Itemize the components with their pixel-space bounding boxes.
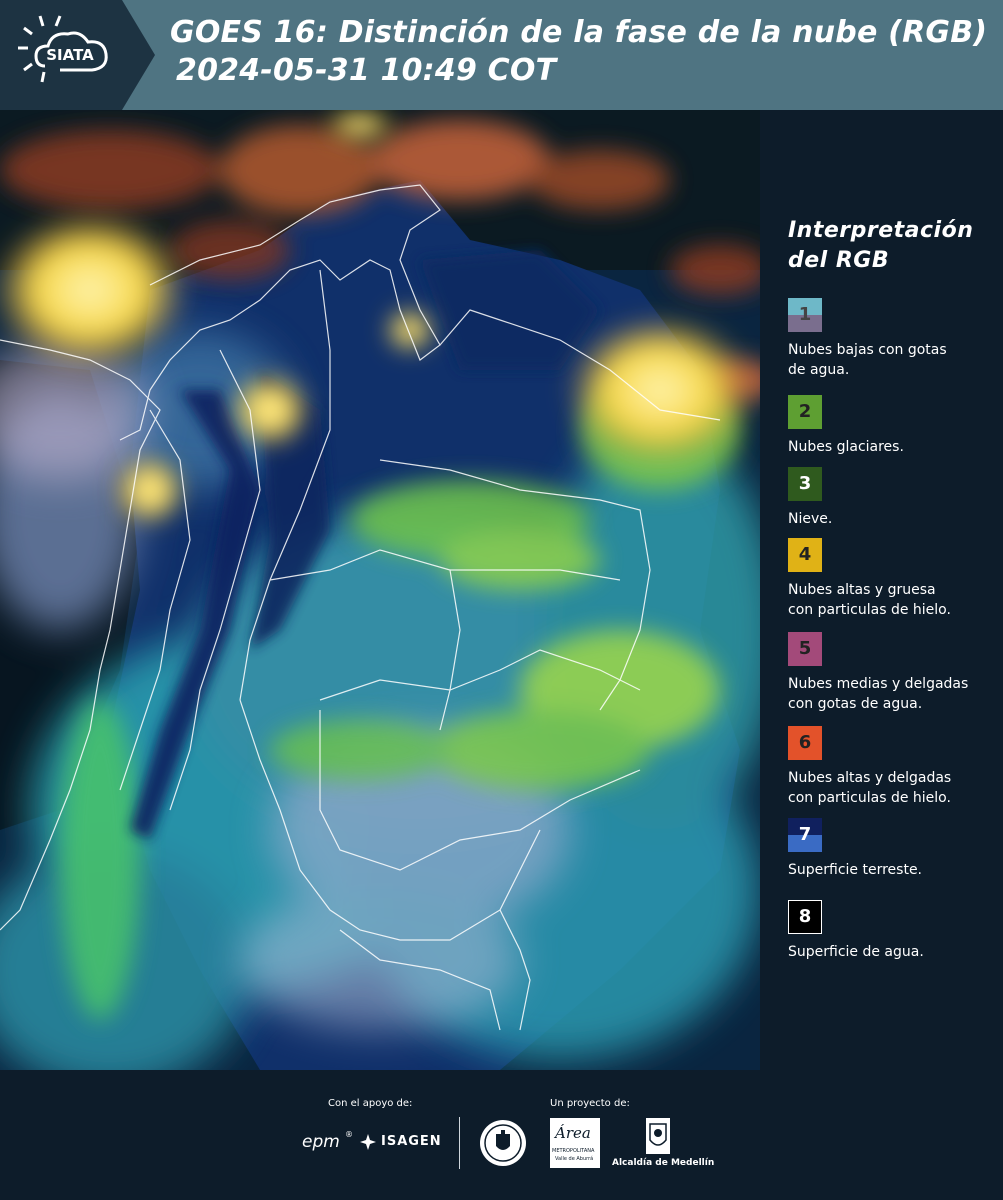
alcaldia-shield-icon	[646, 1118, 670, 1154]
legend-label-line-1: Nieve.	[788, 511, 833, 527]
legend-label-line-1: Nubes altas y delgadas	[788, 770, 952, 786]
legend-number: 2	[798, 401, 812, 422]
legend-label: Nubes altas y gruesa con particulas de hi…	[788, 580, 1000, 620]
legend-item-3: 3 Nieve.	[788, 467, 1000, 529]
legend-item-2: 2 Nubes glaciares.	[788, 395, 1000, 457]
header-bar: SIATA GOES 16: Distinción de la fase de …	[0, 0, 1003, 110]
epm-logo: epm	[302, 1132, 340, 1152]
legend-title-line-1: Interpretación	[788, 218, 974, 243]
medellin-seal-icon	[480, 1120, 526, 1166]
legend-label-line-1: Superficie terreste.	[788, 862, 923, 878]
legend-number: 6	[798, 732, 812, 753]
area-logo-sub: METROPOLITANA	[552, 1148, 595, 1154]
legend-label: Nubes medias y delgadas con gotas de agua…	[788, 674, 1000, 714]
registered-mark-icon: ®	[345, 1130, 353, 1139]
legend-number: 8	[798, 906, 812, 927]
legend-label-line-1: Nubes bajas con gotas	[788, 342, 947, 358]
legend-panel: Interpretación del RGB 1 Nubes bajas con …	[760, 110, 1003, 1070]
alcaldia-logo-text: Alcaldía de Medellín	[612, 1158, 715, 1168]
area-logo-text: Área	[555, 1124, 591, 1142]
footer: Con el apoyo de: Un proyecto de: epm ® I…	[0, 1070, 1003, 1200]
support-label: Con el apoyo de:	[328, 1098, 413, 1109]
legend-label-line-2: de agua.	[788, 362, 850, 378]
area-logo-sub2: Valle de Aburrá	[555, 1156, 594, 1162]
legend-label-line-1: Superficie de agua.	[788, 944, 924, 960]
siata-logo: SIATA	[0, 0, 155, 110]
title-line-1: GOES 16: Distinción de la fase de la nub…	[170, 15, 988, 50]
legend-number: 3	[798, 473, 812, 494]
legend-label-line-2: con particulas de hielo.	[788, 602, 951, 618]
legend-item-8: 8 Superficie de agua.	[788, 900, 1000, 962]
legend-label-line-2: con particulas de hielo.	[788, 790, 951, 806]
legend-number: 1	[798, 304, 812, 325]
legend-title: Interpretación del RGB	[788, 216, 973, 276]
legend-swatch: 5	[788, 632, 822, 666]
legend-item-6: 6 Nubes altas y delgadas con particulas de…	[788, 726, 1000, 808]
legend-number: 4	[798, 544, 812, 565]
legend-label: Nubes bajas con gotas de agua.	[788, 340, 1000, 380]
logo-text: SIATA	[46, 46, 94, 64]
legend-label: Nubes altas y delgadas con particulas de …	[788, 768, 1000, 808]
legend-label-line-1: Nubes medias y delgadas	[788, 676, 969, 692]
page-title: GOES 16: Distinción de la fase de la nub…	[170, 14, 987, 90]
legend-swatch: 4	[788, 538, 822, 572]
project-label: Un proyecto de:	[550, 1098, 630, 1109]
legend-swatch: 8	[788, 900, 822, 934]
legend-label: Nieve.	[788, 509, 1000, 529]
area-metropolitana-logo: Área METROPOLITANA Valle de Aburrá	[550, 1118, 600, 1168]
legend-label: Superficie de agua.	[788, 942, 1000, 962]
legend-title-line-2: del RGB	[788, 248, 890, 273]
legend-item-7: 7 Superficie terreste.	[788, 818, 1000, 880]
legend-swatch: 7	[788, 818, 822, 852]
legend-number: 5	[798, 638, 812, 659]
legend-number: 7	[798, 824, 812, 845]
footer-divider	[459, 1117, 460, 1169]
legend-label-line-2: con gotas de agua.	[788, 696, 923, 712]
legend-item-4: 4 Nubes altas y gruesa con particulas de h…	[788, 538, 1000, 620]
satellite-map	[0, 110, 760, 1070]
legend-item-1: 1 Nubes bajas con gotas de agua.	[788, 298, 1000, 380]
legend-swatch: 3	[788, 467, 822, 501]
title-line-2: 2024-05-31 10:49 COT	[176, 53, 557, 88]
legend-swatch: 6	[788, 726, 822, 760]
isagen-logo: ISAGEN	[381, 1134, 442, 1149]
legend-swatch: 2	[788, 395, 822, 429]
isagen-star-icon	[360, 1134, 376, 1150]
legend-label: Superficie terreste.	[788, 860, 1000, 880]
legend-label-line-1: Nubes altas y gruesa	[788, 582, 936, 598]
legend-swatch: 1	[788, 298, 822, 332]
legend-label-line-1: Nubes glaciares.	[788, 439, 904, 455]
legend-label: Nubes glaciares.	[788, 437, 1000, 457]
legend-item-5: 5 Nubes medias y delgadas con gotas de agu…	[788, 632, 1000, 714]
